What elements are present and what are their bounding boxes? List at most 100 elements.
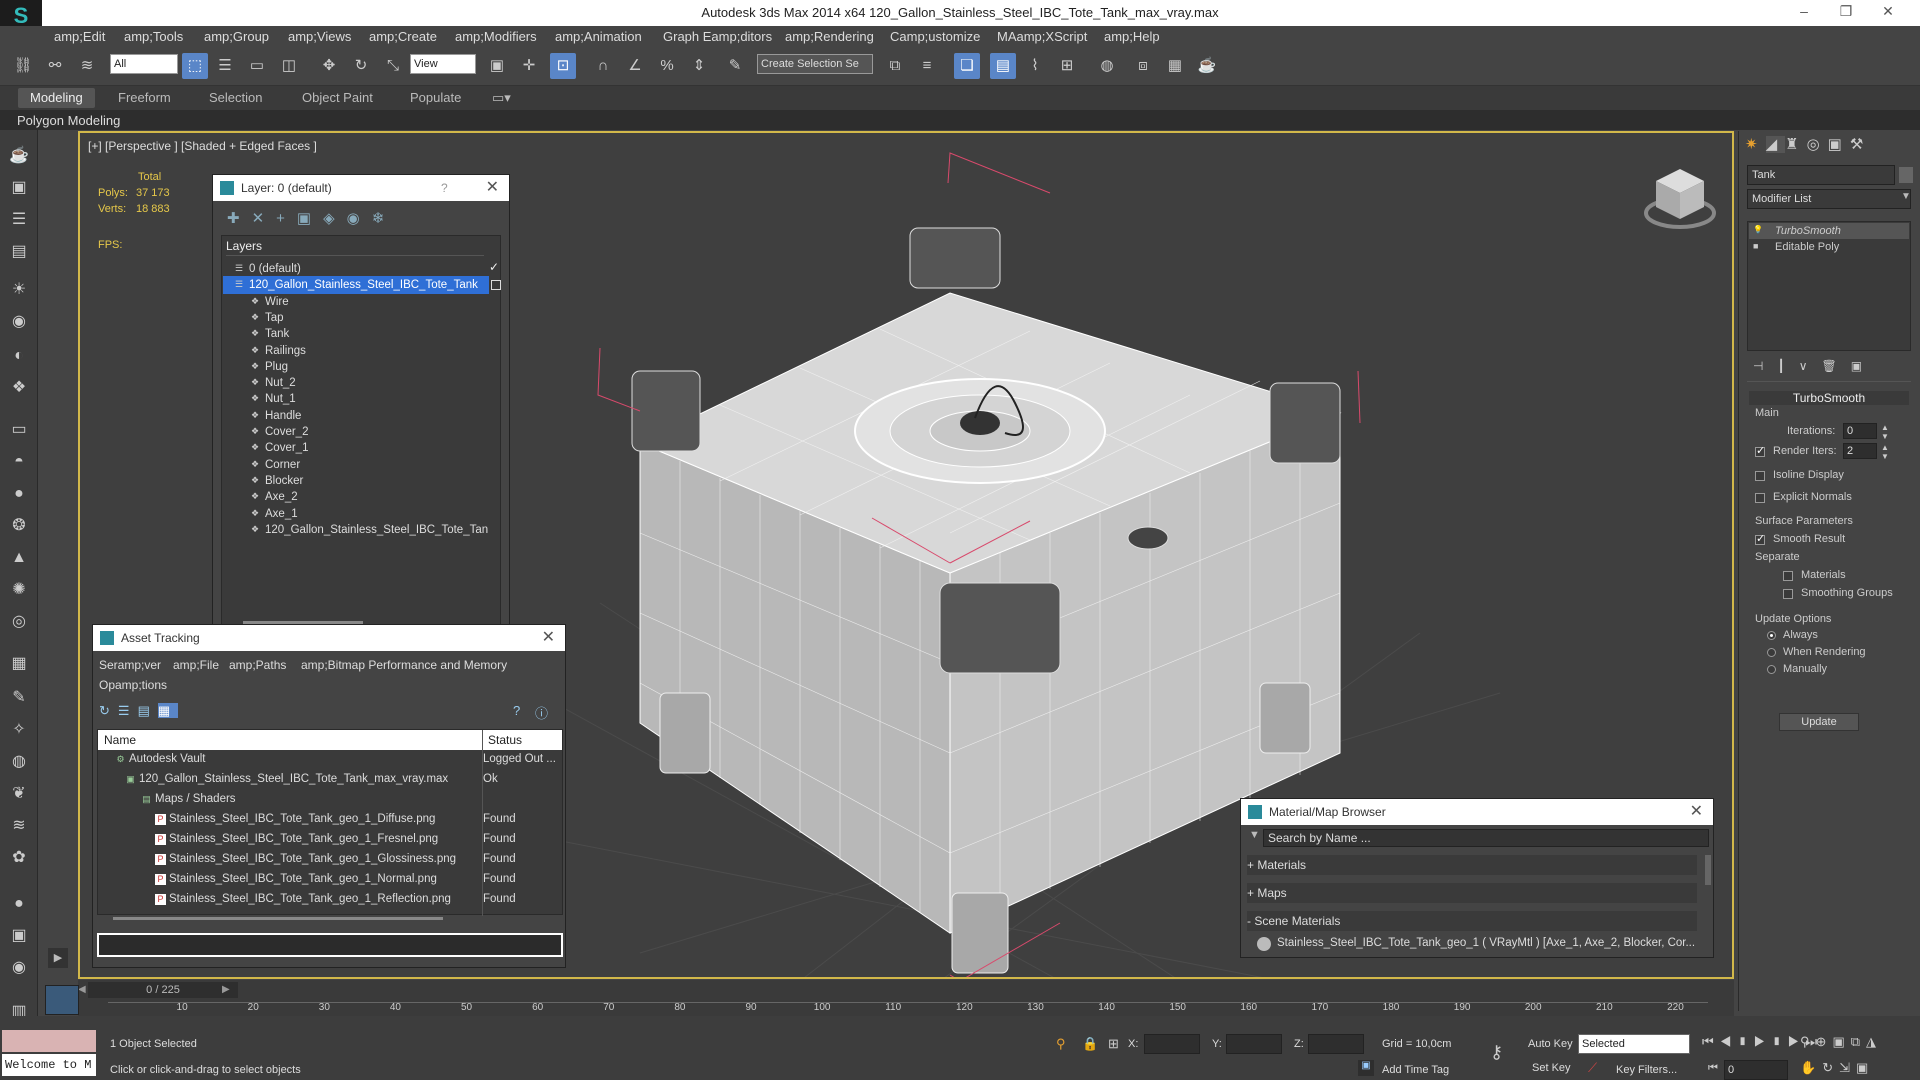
named-selection-dropdown[interactable]: Create Selection Se [757,54,873,74]
asset-row-name[interactable]: Stainless_Steel_IBC_Tote_Tank_geo_1_Diff… [169,809,435,829]
asset-menu-bitmap[interactable]: amp;Bitmap Performance and Memory [301,655,507,675]
modifier-list-dropdown[interactable]: Modifier List [1747,189,1911,209]
asset-path-field[interactable] [97,933,563,957]
material-search-input[interactable]: Search by Name ... [1263,829,1709,847]
maxscript-listener-pink[interactable] [2,1030,96,1052]
time-tag-icon[interactable]: ▣ [1358,1060,1374,1076]
torus-icon[interactable]: ◎ [7,610,31,634]
plant-icon[interactable]: ❦ [7,782,31,806]
grid-icon[interactable]: ▦ [7,652,31,676]
set-key-button[interactable]: Set Key [1532,1062,1571,1074]
x-coord-field[interactable] [1144,1034,1200,1054]
hierarchy-tab-icon[interactable]: ♜ [1785,136,1806,153]
object-color-swatch[interactable] [1899,167,1913,183]
isoline-checkbox[interactable] [1755,471,1765,481]
helper-icon[interactable]: ◐ [7,344,31,368]
link-icon[interactable]: ⛓ [10,53,36,79]
asset-row-name[interactable]: Stainless_Steel_IBC_Tote_Tank_geo_1_Fres… [169,829,438,849]
key-mode-dropdown[interactable]: Selected [1578,1034,1690,1054]
tab-selection[interactable]: Selection [209,90,262,105]
stack-editable-poly[interactable]: Editable Poly [1775,241,1839,253]
z-coord-field[interactable] [1308,1034,1364,1054]
update-button[interactable]: Update [1779,713,1859,731]
hair-icon[interactable]: ≋ [7,814,31,838]
restore-icon[interactable]: ❐ [1826,3,1866,20]
light-icon[interactable]: ☀ [7,278,31,302]
close-icon[interactable]: ✕ [542,625,555,651]
section-materials[interactable]: + Materials [1247,855,1697,875]
sun-icon[interactable]: ✺ [7,578,31,602]
bulb-icon[interactable]: 💡 [1753,225,1763,234]
maximize-viewport-icon[interactable]: ▣ [1856,1060,1874,1075]
hide-all-icon[interactable]: ◉ [347,210,372,227]
modify-tab-icon[interactable]: ◢ [1765,136,1786,153]
fov-icon[interactable]: ◮ [1866,1034,1882,1049]
keyboard-shortcut-icon[interactable]: ⊡ [550,53,576,79]
scale-icon[interactable]: ⤡ [380,53,406,79]
show-end-result-icon[interactable]: ┃ [1777,359,1798,373]
spinner-snap-icon[interactable]: ⇕ [686,53,712,79]
key-icon[interactable]: ⚷ [1490,1042,1503,1063]
utilities-tab-icon[interactable]: ⚒ [1850,136,1871,153]
box-icon[interactable]: ▭ [7,418,31,442]
hemisphere-icon[interactable]: ◓ [7,450,31,474]
zoom-icon[interactable]: ⚲ [1800,1034,1816,1049]
selection-filter-dropdown[interactable]: All [110,54,178,74]
display-tab-icon[interactable]: ▣ [1828,136,1850,153]
material-scrollbar[interactable] [1705,855,1711,885]
create-tab-icon[interactable]: ✷ [1745,136,1766,153]
expand-arrow-icon[interactable]: ▶ [48,948,68,968]
material-window-header[interactable]: Material/Map Browser ✕ [1241,799,1713,825]
freeze-all-icon[interactable]: ❄ [372,210,397,227]
iterations-spinner[interactable]: 0 [1843,423,1877,439]
scene-explorer-icon[interactable]: ☰ [7,208,31,232]
lock-icon[interactable]: 🔒 [1082,1036,1098,1052]
asset-menu-paths[interactable]: amp;Paths [229,655,286,675]
smoothing-groups-checkbox[interactable] [1783,589,1793,599]
asset-col-name[interactable]: Name [104,730,136,750]
smooth-result-checkbox[interactable] [1755,532,1765,545]
remove-modifier-icon[interactable]: 🗑 [1821,359,1850,373]
minimize-icon[interactable]: – [1784,3,1824,19]
menu-create[interactable]: amp;Create [369,29,437,44]
motion-tab-icon[interactable]: ◎ [1807,136,1828,153]
table-view-icon[interactable]: ▦ [157,703,179,718]
globe-icon[interactable]: ◍ [7,750,31,774]
percent-snap-icon[interactable]: % [654,53,680,79]
cone-icon[interactable]: ▲ [7,546,31,570]
menu-maxscript[interactable]: MAamp;XScript [997,29,1087,44]
highlight-layer-icon[interactable]: ◈ [323,210,347,227]
key-filters-button[interactable]: Key Filters... [1616,1064,1677,1076]
menu-tools[interactable]: amp;Tools [124,29,183,44]
teapot-icon[interactable]: ☕ [7,144,31,168]
select-in-layer-icon[interactable]: ▣ [297,210,323,227]
explicit-normals-checkbox[interactable] [1755,493,1765,503]
schematic-icon[interactable]: ⊞ [1054,53,1080,79]
close-icon[interactable]: ✕ [1690,799,1703,825]
refresh-icon[interactable]: ↻ [99,703,118,718]
snap-3d-icon[interactable]: ∩ [590,53,616,79]
menu-modifiers[interactable]: amp;Modifiers [455,29,537,44]
asset-help-icon[interactable]: ? [513,703,520,718]
play-icon[interactable]: ▶ [1754,1034,1772,1049]
tab-freeform[interactable]: Freeform [118,90,171,105]
tab-modeling[interactable]: Modeling [18,88,95,108]
mirror-icon[interactable]: ⧉ [882,53,908,79]
add-time-tag[interactable]: Add Time Tag [1382,1064,1449,1076]
layer-window-header[interactable]: Layer: 0 (default) ? ✕ [213,175,509,201]
select-by-name-icon[interactable]: ☰ [212,53,238,79]
asset-row-name[interactable]: Stainless_Steel_IBC_Tote_Tank_geo_1_Refl… [169,889,451,909]
tab-object-paint[interactable]: Object Paint [302,90,373,105]
prev-key-icon[interactable]: ◀▮ [1720,1034,1754,1049]
turbosmooth-rollout[interactable]: TurboSmooth [1749,391,1909,405]
render-setup-icon[interactable]: ⧈ [1130,53,1156,79]
materials-checkbox[interactable] [1783,571,1793,581]
window-crossing-icon[interactable]: ◫ [276,53,302,79]
key-tangent-icon[interactable]: ⟋ [1588,1060,1597,1076]
tab-populate[interactable]: Populate [410,90,461,105]
ribbon-options-icon[interactable]: ▭▾ [492,90,511,106]
when-rendering-radio[interactable] [1767,648,1776,657]
menu-animation[interactable]: amp;Animation [555,29,642,44]
asset-info-icon[interactable]: ⓘ [535,703,548,722]
close-icon[interactable]: ✕ [1868,3,1908,20]
